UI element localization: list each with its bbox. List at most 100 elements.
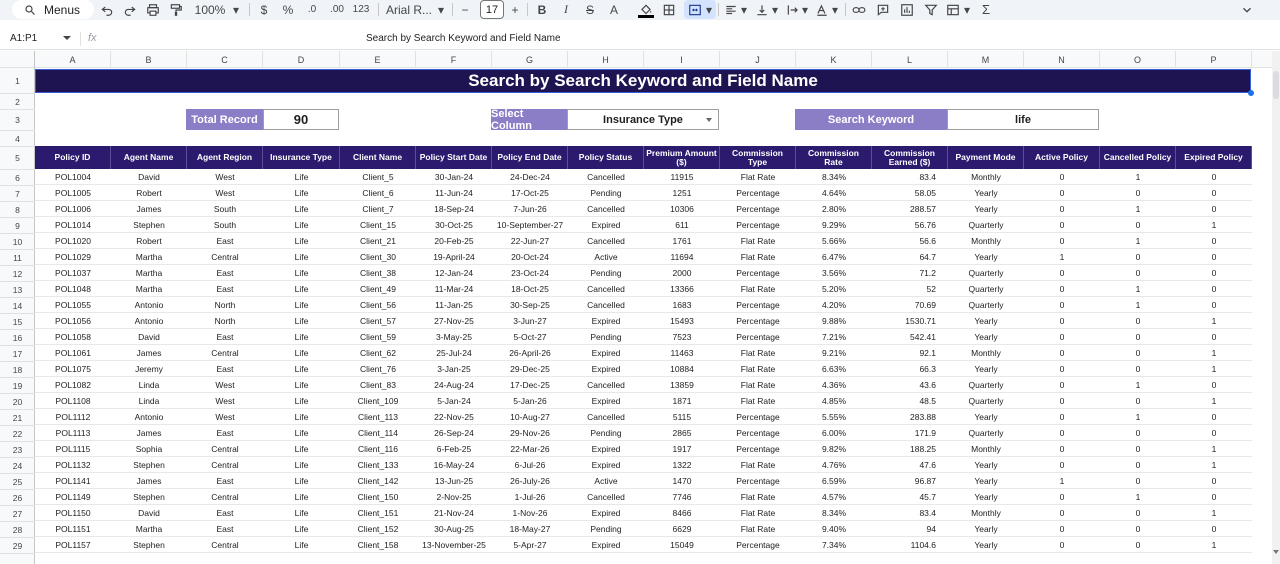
- table-cell[interactable]: POL1141: [35, 473, 111, 488]
- table-cell[interactable]: 5-Jan-26: [492, 393, 568, 408]
- table-cell[interactable]: 0: [1176, 425, 1252, 440]
- table-cell[interactable]: Expired: [568, 537, 644, 552]
- table-cell[interactable]: 1251: [644, 185, 720, 200]
- table-cell[interactable]: POL1014: [35, 217, 111, 232]
- table-cell[interactable]: Client_150: [340, 489, 416, 504]
- name-box[interactable]: A1:P1: [10, 33, 37, 44]
- table-cell[interactable]: 24-Aug-24: [416, 377, 492, 392]
- table-cell[interactable]: Percentage: [720, 329, 796, 344]
- table-header-cell[interactable]: Commission Rate: [796, 146, 872, 169]
- table-cell[interactable]: 20-Oct-24: [492, 249, 568, 264]
- table-cell[interactable]: 0: [1176, 201, 1252, 216]
- text-color-button[interactable]: A: [608, 1, 620, 18]
- table-cell[interactable]: 27-Nov-25: [416, 313, 492, 328]
- decrease-decimal-button[interactable]: .0: [304, 1, 320, 18]
- table-cell[interactable]: Quarterly: [948, 393, 1024, 408]
- table-cell[interactable]: Percentage: [720, 201, 796, 216]
- insert-chart-button[interactable]: [900, 1, 914, 18]
- table-cell[interactable]: Central: [187, 345, 263, 360]
- table-cell[interactable]: 2000: [644, 265, 720, 280]
- table-cell[interactable]: 0: [1100, 329, 1176, 344]
- table-cell[interactable]: East: [187, 281, 263, 296]
- column-header-c[interactable]: C: [187, 51, 263, 68]
- table-cell[interactable]: 0: [1024, 441, 1100, 456]
- table-cell[interactable]: 0: [1100, 265, 1176, 280]
- collapse-toolbar-button[interactable]: [1240, 1, 1254, 18]
- table-cell[interactable]: 0: [1176, 521, 1252, 536]
- table-cell[interactable]: Life: [263, 505, 340, 520]
- table-cell[interactable]: Stephen: [111, 489, 187, 504]
- table-cell[interactable]: Yearly: [948, 537, 1024, 552]
- table-cell[interactable]: 96.87: [872, 473, 948, 488]
- table-cell[interactable]: Client_56: [340, 297, 416, 312]
- table-cell[interactable]: 6.47%: [796, 249, 872, 264]
- table-cell[interactable]: 1: [1176, 217, 1252, 232]
- table-cell[interactable]: Percentage: [720, 185, 796, 200]
- table-cell[interactable]: Sophia: [111, 441, 187, 456]
- zoom-caret-icon[interactable]: ▾: [232, 1, 240, 18]
- select-all-corner[interactable]: [0, 51, 35, 68]
- table-cell[interactable]: 0: [1024, 233, 1100, 248]
- table-header-cell[interactable]: Commission Type: [720, 146, 796, 169]
- table-cell[interactable]: Client_113: [340, 409, 416, 424]
- table-cell[interactable]: Flat Rate: [720, 169, 796, 184]
- table-cell[interactable]: 8.34%: [796, 505, 872, 520]
- table-cell[interactable]: Expired: [568, 441, 644, 456]
- table-cell[interactable]: Client_62: [340, 345, 416, 360]
- table-cell[interactable]: Linda: [111, 393, 187, 408]
- table-cell[interactable]: 1470: [644, 473, 720, 488]
- table-cell[interactable]: 0: [1024, 521, 1100, 536]
- table-cell[interactable]: Quarterly: [948, 281, 1024, 296]
- table-cell[interactable]: 9.21%: [796, 345, 872, 360]
- row-header-23[interactable]: 23: [0, 442, 35, 458]
- table-cell[interactable]: Percentage: [720, 537, 796, 552]
- selection-fill-handle[interactable]: [1248, 90, 1254, 96]
- table-cell[interactable]: Martha: [111, 281, 187, 296]
- table-cell[interactable]: 0: [1100, 457, 1176, 472]
- table-cell[interactable]: Flat Rate: [720, 281, 796, 296]
- table-cell[interactable]: 52: [872, 281, 948, 296]
- table-cell[interactable]: Stephen: [111, 537, 187, 552]
- table-cell[interactable]: Client_21: [340, 233, 416, 248]
- table-header-cell[interactable]: Active Policy: [1024, 146, 1100, 169]
- table-cell[interactable]: 1: [1100, 281, 1176, 296]
- table-cell[interactable]: 7523: [644, 329, 720, 344]
- table-cell[interactable]: East: [187, 361, 263, 376]
- table-cell[interactable]: POL1149: [35, 489, 111, 504]
- name-box-caret-icon[interactable]: [63, 36, 71, 40]
- table-cell[interactable]: 17-Oct-25: [492, 185, 568, 200]
- row-header-10[interactable]: 10: [0, 234, 35, 250]
- table-cell[interactable]: 0: [1024, 457, 1100, 472]
- table-cell[interactable]: 11694: [644, 249, 720, 264]
- table-cell[interactable]: 8.34%: [796, 169, 872, 184]
- table-cell[interactable]: Life: [263, 313, 340, 328]
- merge-caret-icon[interactable]: ▾: [705, 1, 713, 18]
- table-cell[interactable]: Expired: [568, 505, 644, 520]
- row-header-8[interactable]: 8: [0, 202, 35, 218]
- table-cell[interactable]: 0: [1176, 297, 1252, 312]
- column-header-b[interactable]: B: [111, 51, 187, 68]
- table-cell[interactable]: James: [111, 201, 187, 216]
- font-size-increase-button[interactable]: +: [509, 1, 521, 18]
- column-header-h[interactable]: H: [568, 51, 644, 68]
- table-cell[interactable]: 64.7: [872, 249, 948, 264]
- table-cell[interactable]: 0: [1024, 489, 1100, 504]
- filter-button[interactable]: [924, 1, 938, 18]
- table-cell[interactable]: 5-Oct-27: [492, 329, 568, 344]
- table-header-cell[interactable]: Commission Earned ($): [872, 146, 948, 169]
- table-cell[interactable]: 13-November-25: [416, 537, 492, 552]
- font-size-input[interactable]: 17: [480, 0, 504, 19]
- table-cell[interactable]: 23-Oct-24: [492, 265, 568, 280]
- table-cell[interactable]: 56.6: [872, 233, 948, 248]
- table-cell[interactable]: POL1037: [35, 265, 111, 280]
- table-cell[interactable]: Life: [263, 233, 340, 248]
- row-header-1[interactable]: 1: [0, 68, 35, 94]
- table-cell[interactable]: 3-May-25: [416, 329, 492, 344]
- table-cell[interactable]: 94: [872, 521, 948, 536]
- table-cell[interactable]: 1: [1100, 233, 1176, 248]
- table-cell[interactable]: Percentage: [720, 473, 796, 488]
- insert-comment-button[interactable]: [876, 1, 890, 18]
- row-header-24[interactable]: 24: [0, 458, 35, 474]
- table-cell[interactable]: POL1029: [35, 249, 111, 264]
- functions-button[interactable]: Σ: [980, 1, 992, 18]
